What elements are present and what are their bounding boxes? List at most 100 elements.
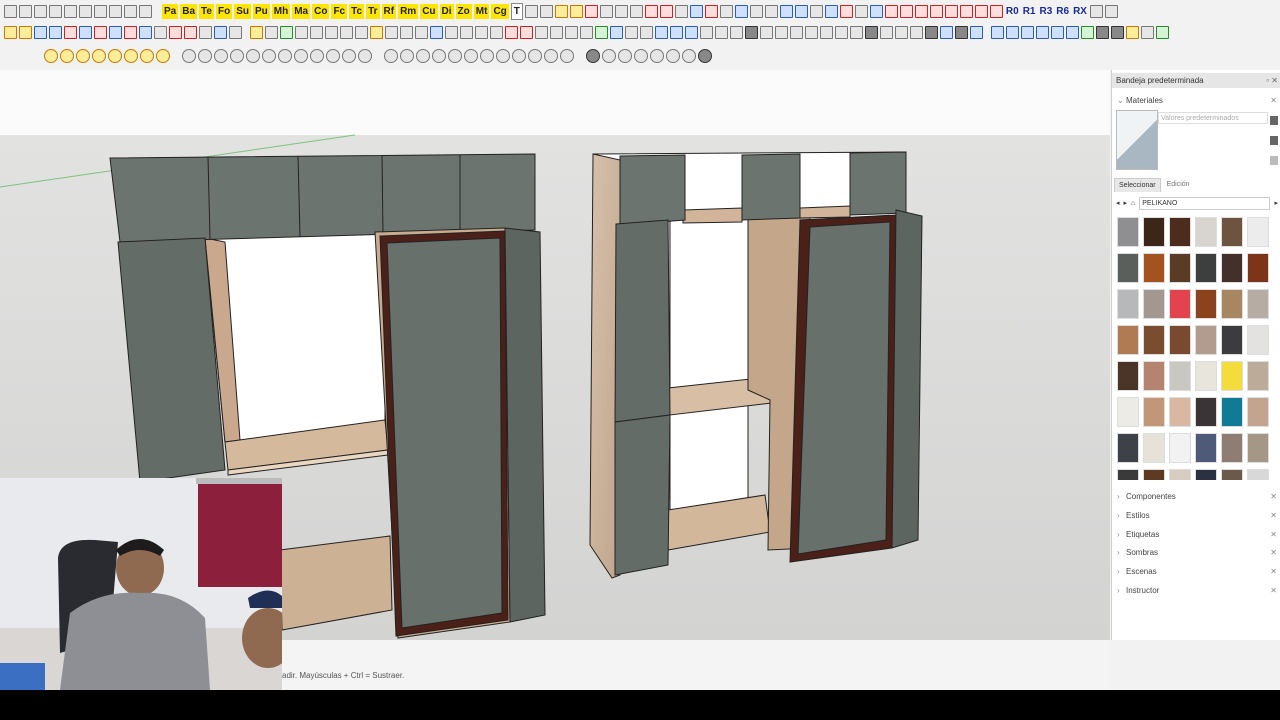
open-file-icon[interactable] [19, 4, 32, 18]
material-swatch[interactable] [1195, 397, 1217, 427]
shadow-icon[interactable] [512, 49, 526, 63]
frame-icon[interactable] [959, 4, 973, 18]
grid-icon[interactable] [666, 49, 680, 63]
hardware-icon[interactable] [550, 25, 563, 39]
material-swatch[interactable] [1117, 217, 1139, 247]
shadow-icon[interactable] [384, 49, 398, 63]
material-swatch[interactable] [1221, 217, 1243, 247]
pin-icon[interactable] [674, 4, 688, 18]
material-swatch[interactable] [1195, 289, 1217, 319]
protractor-icon[interactable] [154, 25, 167, 39]
walk-icon[interactable] [124, 49, 138, 63]
tool-label-zo[interactable]: Zo [455, 3, 472, 19]
hardware-icon[interactable] [535, 25, 548, 39]
followme-icon[interactable] [139, 25, 152, 39]
line-icon[interactable] [34, 25, 47, 39]
material-swatch[interactable] [1169, 433, 1191, 463]
rotate-3-button[interactable]: R3 [1038, 6, 1053, 17]
material-swatch[interactable] [1247, 217, 1269, 247]
home-icon[interactable]: ⌂ [1131, 200, 1135, 207]
export-icon[interactable] [835, 25, 848, 39]
style-shaded-icon[interactable] [342, 49, 356, 63]
view-iso-icon[interactable] [182, 49, 196, 63]
material-swatch[interactable] [1117, 253, 1139, 283]
line-icon[interactable] [1051, 25, 1064, 39]
paste-icon[interactable] [64, 4, 77, 18]
shadow-icon[interactable] [448, 49, 462, 63]
tool-icon[interactable] [940, 25, 953, 39]
material-swatch[interactable] [1117, 361, 1139, 391]
material-swatch[interactable] [1143, 217, 1165, 247]
material-swatch[interactable] [1195, 325, 1217, 355]
frame-icon[interactable] [899, 4, 913, 18]
export-icon[interactable] [745, 25, 758, 39]
table-icon[interactable] [430, 25, 443, 39]
material-swatch[interactable] [1169, 217, 1191, 247]
details-icon[interactable]: ▸ [1274, 199, 1278, 207]
line-icon[interactable] [1021, 25, 1034, 39]
material-swatch[interactable] [1195, 433, 1217, 463]
shadow-icon[interactable] [432, 49, 446, 63]
tool-icon[interactable] [955, 25, 968, 39]
ruler-icon[interactable] [764, 4, 778, 18]
shadow-icon[interactable] [464, 49, 478, 63]
drawer-icon[interactable] [370, 25, 383, 39]
edge-icon[interactable] [625, 25, 638, 39]
report-icon[interactable] [730, 25, 743, 39]
zoom-icon[interactable] [92, 49, 106, 63]
settings-icon[interactable] [1156, 25, 1169, 39]
delete-icon[interactable] [79, 4, 92, 18]
close-icon[interactable]: ✕ [1270, 509, 1277, 523]
stop-icon[interactable] [584, 4, 598, 18]
material-swatch[interactable] [1117, 469, 1139, 480]
move-icon[interactable] [79, 25, 92, 39]
compass-icon[interactable] [734, 4, 748, 18]
material-swatch[interactable] [1143, 253, 1165, 283]
material-swatch[interactable] [1221, 325, 1243, 355]
tray-window-controls[interactable]: ▫ ✕ [1266, 73, 1278, 88]
sphere-icon[interactable] [265, 25, 278, 39]
tool-label-di[interactable]: Di [439, 3, 454, 19]
print-icon[interactable] [124, 4, 137, 18]
rotate-icon[interactable] [64, 25, 77, 39]
offset-icon[interactable] [109, 25, 122, 39]
material-swatch[interactable] [1247, 253, 1269, 283]
tool-label-cu[interactable]: Cu [420, 3, 438, 19]
report-icon[interactable] [715, 25, 728, 39]
shadow-icon[interactable] [416, 49, 430, 63]
check-icon[interactable] [1081, 25, 1094, 39]
style-wireframe-icon[interactable] [310, 49, 324, 63]
settings-icon[interactable] [1096, 25, 1109, 39]
frame-icon[interactable] [884, 4, 898, 18]
close-icon[interactable]: ✕ [1270, 528, 1277, 542]
frame-icon[interactable] [974, 4, 988, 18]
panel-icon[interactable] [869, 4, 883, 18]
position-camera-icon[interactable] [156, 49, 170, 63]
door-icon[interactable] [385, 25, 398, 39]
tool-label-fo[interactable]: Fo [215, 3, 233, 19]
gear-icon[interactable] [524, 4, 538, 18]
panel-etiquetas[interactable]: › Etiquetas ✕ [1112, 528, 1280, 542]
view-left-icon[interactable] [262, 49, 276, 63]
material-swatch[interactable] [1247, 289, 1269, 319]
orbit-icon[interactable] [60, 49, 74, 63]
shadow-icon[interactable] [544, 49, 558, 63]
material-swatch[interactable] [1117, 289, 1139, 319]
view-bottom-icon[interactable] [278, 49, 292, 63]
edge-icon[interactable] [595, 25, 608, 39]
export-icon[interactable] [850, 25, 863, 39]
flip-icon[interactable] [659, 4, 673, 18]
material-swatch[interactable] [1195, 217, 1217, 247]
grid-icon[interactable] [682, 49, 696, 63]
view-back-icon[interactable] [246, 49, 260, 63]
panel-icon[interactable] [415, 25, 428, 39]
material-swatch[interactable] [1221, 433, 1243, 463]
hinge-icon[interactable] [505, 25, 518, 39]
material-swatch[interactable] [1117, 325, 1139, 355]
material-swatch[interactable] [1247, 361, 1269, 391]
shadow-icon[interactable] [560, 49, 574, 63]
select-arrow-icon[interactable] [4, 25, 17, 39]
tool-label-fc[interactable]: Fc [331, 3, 348, 19]
line-icon[interactable] [991, 25, 1004, 39]
material-swatch[interactable] [1169, 397, 1191, 427]
